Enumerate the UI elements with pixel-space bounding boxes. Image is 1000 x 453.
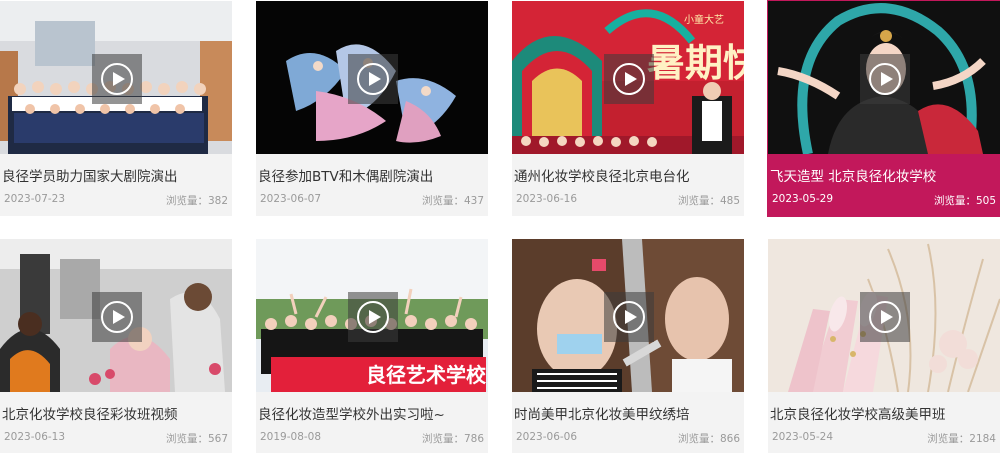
play-circle-icon[interactable] [604, 54, 654, 104]
play-circle-icon[interactable] [860, 292, 910, 342]
video-date: 2023-06-07 [260, 193, 322, 205]
video-card[interactable]: 北京良径化妆学校高级美甲班 2023-05-24 浏览量：2184 [768, 239, 1000, 453]
video-thumbnail[interactable] [0, 239, 232, 392]
video-card[interactable]: 北京化妆学校良径彩妆班视频 2023-06-13 浏览量：567 [0, 239, 232, 453]
play-circle-icon[interactable] [860, 54, 910, 104]
video-card-active[interactable]: 飞天造型 北京良径化妆学校 2023-05-29 浏览量：505 [767, 0, 1000, 217]
video-title[interactable]: 飞天造型 北京良径化妆学校 [770, 165, 998, 185]
video-views: 浏览量：382 [165, 195, 228, 207]
stage-sign-text: 小童大艺 [684, 13, 724, 26]
video-views: 浏览量：786 [421, 433, 484, 445]
video-card[interactable]: 良径学员助力国家大剧院演出 2023-07-23 浏览量：382 [0, 1, 232, 216]
video-title[interactable]: 良径学员助力国家大剧院演出 [2, 165, 230, 185]
video-card[interactable]: 良径艺术学校 良径化妆造型学校外出实习啦~ 2019-08-08 浏览量：786 [256, 239, 488, 453]
video-thumbnail[interactable] [256, 1, 488, 154]
video-views: 浏览量：437 [421, 195, 484, 207]
video-date: 2023-06-16 [516, 193, 578, 205]
video-views: 浏览量：505 [933, 195, 996, 207]
video-views: 浏览量：2184 [927, 433, 996, 445]
video-card[interactable]: 时尚美甲北京化妆美甲纹绣培 2023-06-06 浏览量：866 [512, 239, 744, 453]
play-circle-icon[interactable] [348, 54, 398, 104]
play-circle-icon[interactable] [92, 292, 142, 342]
stage-big-text: 暑期快 [647, 43, 744, 85]
video-thumbnail[interactable] [768, 1, 1000, 154]
video-date: 2023-05-24 [772, 431, 834, 443]
video-date: 2023-07-23 [4, 193, 66, 205]
video-thumbnail[interactable]: 良径艺术学校 [256, 239, 488, 392]
video-date: 2023-06-06 [516, 431, 578, 443]
video-grid: 良径学员助力国家大剧院演出 2023-07-23 浏览量：382 良径参加BTV… [0, 0, 1000, 453]
video-title[interactable]: 北京良径化妆学校高级美甲班 [770, 403, 998, 423]
video-title[interactable]: 良径化妆造型学校外出实习啦~ [258, 403, 486, 423]
banner-text: 良径艺术学校 [366, 363, 487, 387]
video-date: 2019-08-08 [260, 431, 322, 443]
video-title[interactable]: 良径参加BTV和木偶剧院演出 [258, 165, 486, 185]
video-title[interactable]: 通州化妆学校良径北京电台化 [514, 165, 742, 185]
video-date: 2023-06-13 [4, 431, 66, 443]
video-card[interactable]: 小童大艺 暑期快 通州化妆学校良径北京电台化 2023-06-16 浏览量：48… [512, 1, 744, 216]
video-thumbnail[interactable] [768, 239, 1000, 392]
video-views: 浏览量：866 [677, 433, 740, 445]
video-thumbnail[interactable] [512, 239, 744, 392]
video-thumbnail[interactable] [0, 1, 232, 154]
video-title[interactable]: 北京化妆学校良径彩妆班视频 [2, 403, 230, 423]
play-circle-icon[interactable] [92, 54, 142, 104]
video-title[interactable]: 时尚美甲北京化妆美甲纹绣培 [514, 403, 742, 423]
video-date: 2023-05-29 [772, 193, 834, 205]
video-views: 浏览量：485 [677, 195, 740, 207]
video-card[interactable]: 良径参加BTV和木偶剧院演出 2023-06-07 浏览量：437 [256, 1, 488, 216]
video-thumbnail[interactable]: 小童大艺 暑期快 [512, 1, 744, 154]
play-circle-icon[interactable] [604, 292, 654, 342]
play-circle-icon[interactable] [348, 292, 398, 342]
video-views: 浏览量：567 [165, 433, 228, 445]
